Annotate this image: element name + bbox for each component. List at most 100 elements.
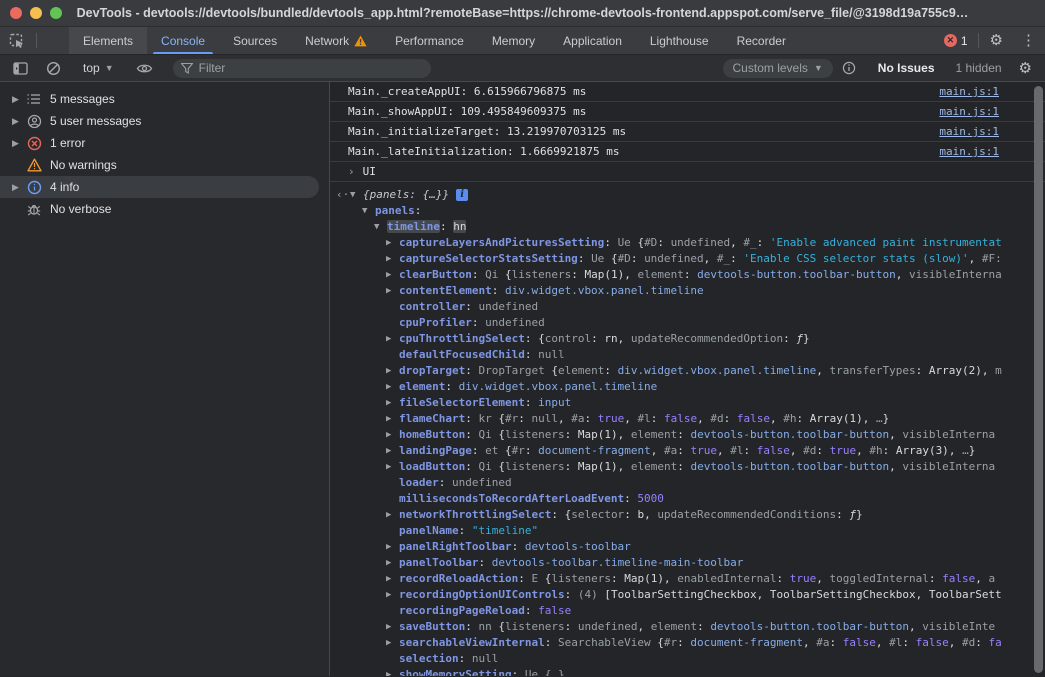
info-circle-icon: [842, 61, 856, 75]
triangle-collapsed-icon[interactable]: ▶: [386, 379, 399, 395]
triangle-collapsed-icon[interactable]: ▶: [386, 235, 399, 251]
triangle-collapsed-icon[interactable]: ▶: [386, 555, 399, 571]
triangle-collapsed-icon[interactable]: ▶: [386, 507, 399, 523]
triangle-collapsed-icon[interactable]: ▶: [386, 267, 399, 283]
close-window-button[interactable]: [10, 7, 22, 19]
tree-row[interactable]: ▶flameChart: kr {#r: null, #a: true, #l:…: [330, 411, 1045, 427]
tree-row: cpuProfiler: undefined: [330, 315, 1045, 331]
triangle-collapsed-icon[interactable]: ▶: [386, 427, 399, 443]
tree-row[interactable]: ▶showMemorySetting: Ue {…}: [330, 667, 1045, 676]
warning-triangle-icon: [26, 157, 42, 173]
tree-row[interactable]: ▶panelRightToolbar: devtools-toolbar: [330, 539, 1045, 555]
triangle-expanded-icon[interactable]: ▼: [374, 219, 387, 235]
tree-row: panelName: "timeline": [330, 523, 1045, 539]
chevron-right-icon[interactable]: ▶: [12, 94, 26, 105]
tab-network[interactable]: Network: [291, 27, 381, 54]
tree-row[interactable]: ▶captureLayersAndPicturesSetting: Ue {#D…: [330, 235, 1045, 251]
triangle-collapsed-icon[interactable]: ▶: [386, 363, 399, 379]
tree-row[interactable]: ▶saveButton: nn {listeners: undefined, e…: [330, 619, 1045, 635]
tab-lighthouse[interactable]: Lighthouse: [636, 27, 723, 54]
chevron-down-icon: ▼: [814, 63, 823, 73]
tab-performance[interactable]: Performance: [381, 27, 478, 54]
triangle-collapsed-icon[interactable]: ▶: [386, 459, 399, 475]
vertical-scrollbar[interactable]: [1034, 86, 1043, 673]
tree-row[interactable]: ▶loadButton: Qi {listeners: Map(1), elem…: [330, 459, 1045, 475]
gear-icon: ⚙: [990, 33, 1003, 48]
triangle-collapsed-icon[interactable]: ▶: [386, 251, 399, 267]
triangle-collapsed-icon[interactable]: ▶: [386, 283, 399, 299]
tree-row[interactable]: ▶homeButton: Qi {listeners: Map(1), elem…: [330, 427, 1045, 443]
triangle-collapsed-icon[interactable]: ▶: [386, 411, 399, 427]
sidebar-item-info[interactable]: ▶ 4 info: [0, 176, 319, 198]
triangle-collapsed-icon[interactable]: ▶: [386, 667, 399, 676]
triangle-collapsed-icon[interactable]: ▶: [386, 539, 399, 555]
tree-row[interactable]: ▼timeline: hn: [330, 219, 1045, 235]
triangle-collapsed-icon[interactable]: ▶: [386, 331, 399, 347]
clear-console-button[interactable]: [37, 61, 70, 76]
kebab-menu-icon: ⋮: [1021, 33, 1036, 48]
triangle-collapsed-icon[interactable]: ▶: [386, 443, 399, 459]
tree-row[interactable]: ▶clearButton: Qi {listeners: Map(1), ele…: [330, 267, 1045, 283]
filter-box: [173, 59, 431, 78]
triangle-expanded-icon[interactable]: ▼: [350, 187, 363, 203]
error-count-badge[interactable]: ✕ 1: [936, 27, 976, 54]
tree-row[interactable]: ▶networkThrottlingSelect: {selector: b, …: [330, 507, 1045, 523]
tree-row[interactable]: ‹·▼{panels: {…}}i: [330, 187, 1045, 203]
tree-row[interactable]: ▶fileSelectorElement: input: [330, 395, 1045, 411]
tree-row[interactable]: ▶recordingOptionUIControls: (4) [Toolbar…: [330, 587, 1045, 603]
tab-sources[interactable]: Sources: [219, 27, 291, 54]
console-settings-button[interactable]: ⚙: [1010, 61, 1041, 76]
sidebar-item-errors[interactable]: ▶ 1 error: [0, 132, 319, 154]
sidebar-item-messages[interactable]: ▶ 5 messages: [0, 88, 319, 110]
triangle-expanded-icon[interactable]: ▼: [362, 203, 375, 219]
tree-row[interactable]: ▶element: div.widget.vbox.panel.timeline: [330, 379, 1045, 395]
log-levels-dropdown[interactable]: Custom levels ▼: [723, 59, 833, 78]
triangle-collapsed-icon[interactable]: ▶: [386, 395, 399, 411]
filter-input[interactable]: [199, 61, 423, 75]
live-expression-button[interactable]: [127, 62, 162, 75]
source-link[interactable]: main.js:1: [939, 102, 999, 121]
source-link[interactable]: main.js:1: [939, 122, 999, 141]
tab-memory[interactable]: Memory: [478, 27, 549, 54]
sidebar-item-verbose[interactable]: No verbose: [0, 198, 319, 220]
tree-row[interactable]: ▶dropTarget: DropTarget {element: div.wi…: [330, 363, 1045, 379]
hidden-messages-count[interactable]: 1 hidden: [948, 61, 1010, 75]
triangle-collapsed-icon[interactable]: ▶: [386, 587, 399, 603]
tree-row[interactable]: ▶searchableViewInternal: SearchableView …: [330, 635, 1045, 651]
source-link[interactable]: main.js:1: [939, 82, 999, 101]
tree-row[interactable]: ▶recordReloadAction: E {listeners: Map(1…: [330, 571, 1045, 587]
tree-row[interactable]: ▶landingPage: et {#r: document-fragment,…: [330, 443, 1045, 459]
console-echo-row[interactable]: ›UI: [330, 162, 1045, 182]
info-badge[interactable]: i: [456, 189, 468, 201]
tab-application[interactable]: Application: [549, 27, 636, 54]
object-tree: ‹·▼{panels: {…}}i▼panels:▼timeline: hn▶c…: [330, 182, 1045, 676]
tab-recorder[interactable]: Recorder: [723, 27, 800, 54]
tree-row[interactable]: ▶panelToolbar: devtools-toolbar.timeline…: [330, 555, 1045, 571]
tree-row[interactable]: ▶captureSelectorStatsSetting: Ue {#D: un…: [330, 251, 1045, 267]
chevron-right-icon[interactable]: ▶: [12, 138, 26, 149]
issues-link[interactable]: No Issues: [870, 61, 943, 75]
javascript-context-selector[interactable]: top ▼: [75, 61, 122, 75]
tab-console[interactable]: Console: [147, 27, 219, 54]
tab-elements[interactable]: Elements: [69, 27, 147, 54]
console-sidebar-toggle-button[interactable]: [4, 62, 37, 75]
title-bar: DevTools - devtools://devtools/bundled/d…: [0, 0, 1045, 27]
tree-row[interactable]: ▼panels:: [330, 203, 1045, 219]
tree-row[interactable]: ▶contentElement: div.widget.vbox.panel.t…: [330, 283, 1045, 299]
tree-row[interactable]: ▶cpuThrottlingSelect: {control: rn, upda…: [330, 331, 1045, 347]
zoom-window-button[interactable]: [50, 7, 62, 19]
inspect-element-button[interactable]: [0, 27, 34, 54]
chevron-right-icon[interactable]: ▶: [12, 182, 26, 193]
triangle-collapsed-icon[interactable]: ▶: [386, 635, 399, 651]
sidebar-item-warnings[interactable]: No warnings: [0, 154, 319, 176]
chevron-right-icon[interactable]: ▶: [12, 116, 26, 127]
settings-button[interactable]: ⚙: [981, 27, 1012, 54]
levels-info-button[interactable]: [833, 61, 865, 75]
sidebar-item-user-messages[interactable]: ▶ 5 user messages: [0, 110, 319, 132]
minimize-window-button[interactable]: [30, 7, 42, 19]
source-link[interactable]: main.js:1: [939, 142, 999, 161]
more-options-button[interactable]: ⋮: [1012, 27, 1045, 54]
triangle-collapsed-icon[interactable]: ▶: [386, 619, 399, 635]
window-title: DevTools - devtools://devtools/bundled/d…: [0, 6, 1045, 20]
triangle-collapsed-icon[interactable]: ▶: [386, 571, 399, 587]
